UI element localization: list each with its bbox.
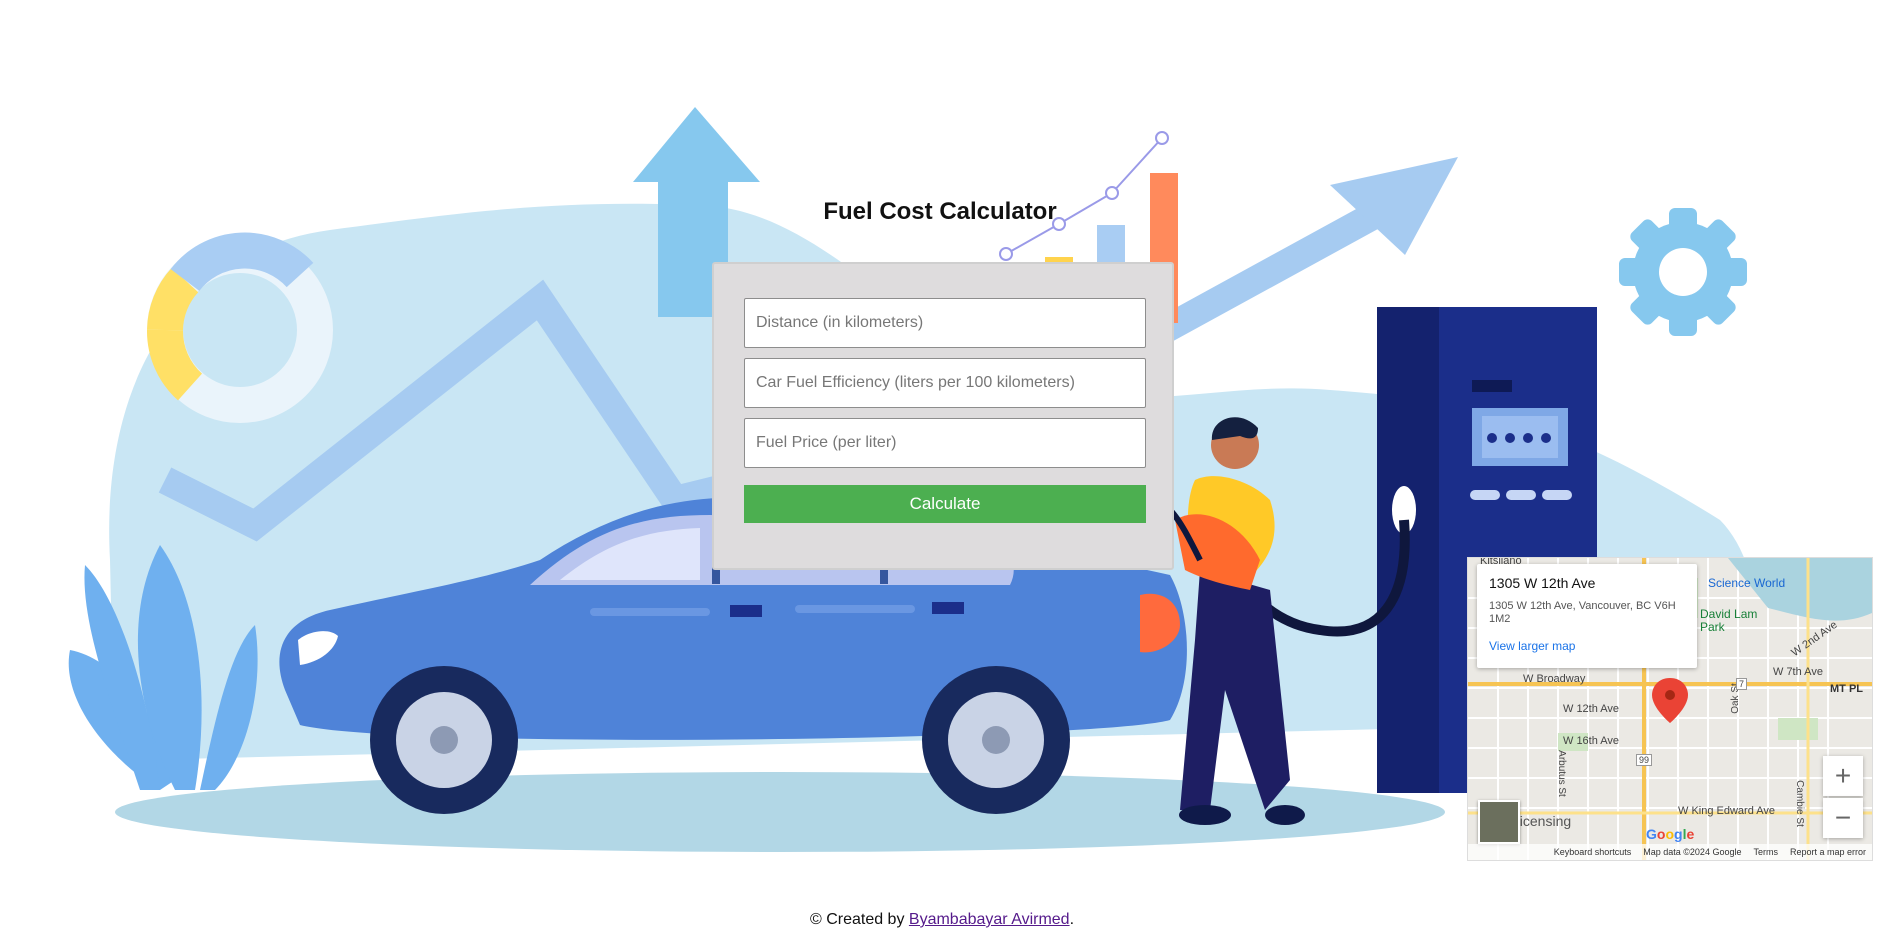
fuel-efficiency-input[interactable] <box>744 358 1146 408</box>
page-title: Fuel Cost Calculator <box>823 198 1057 225</box>
map-place-address: 1305 W 12th Ave, Vancouver, BC V6H 1M2 <box>1489 600 1676 625</box>
page-footer: © Created by Byambabayar Avirmed. <box>0 911 1884 929</box>
keyboard-shortcuts-link[interactable]: Keyboard shortcuts <box>1554 847 1632 857</box>
footer-suffix: . <box>1069 911 1075 928</box>
report-map-error-link[interactable]: Report a map error <box>1790 847 1866 857</box>
map-label-route-7: 7 <box>1736 678 1748 690</box>
map-footer: Keyboard shortcuts Map data ©2024 Google… <box>1468 844 1872 860</box>
google-logo: Google <box>1646 826 1695 842</box>
map-label-david-lam: David Lam Park <box>1700 607 1758 634</box>
map-label-science-world: Science World <box>1708 576 1786 590</box>
map-label-w-12th: W 12th Ave <box>1563 703 1620 715</box>
map-label-cambie: Cambie St <box>1793 780 1805 827</box>
map-label-w-broadway: W Broadway <box>1523 673 1586 685</box>
map-label-mt-pl: MT PL <box>1830 683 1863 695</box>
map-data-attribution: Map data ©2024 Google <box>1643 847 1742 857</box>
zoom-out-button[interactable]: − <box>1823 798 1863 838</box>
map-info-window: 1305 W 12th Ave 1305 W 12th Ave, Vancouv… <box>1477 564 1697 668</box>
calculate-button[interactable]: Calculate <box>744 485 1146 523</box>
map-label-licensing: Licensing <box>1512 813 1572 829</box>
fuel-price-input[interactable] <box>744 418 1146 468</box>
gear-icon <box>1619 208 1747 336</box>
author-link[interactable]: Byambabayar Avirmed <box>909 911 1070 928</box>
embedded-map[interactable]: Science World David Lam Park W Broadway … <box>1467 557 1873 861</box>
footer-prefix: © Created by <box>809 911 905 928</box>
map-label-w-16th: W 16th Ave <box>1563 735 1620 747</box>
terms-link[interactable]: Terms <box>1753 847 1778 857</box>
ground-shadow <box>115 772 1445 852</box>
calculator-card: Calculate <box>712 262 1174 570</box>
map-satellite-toggle[interactable] <box>1478 800 1520 844</box>
zoom-in-button[interactable]: + <box>1823 756 1863 796</box>
view-larger-map-link[interactable]: View larger map <box>1489 639 1575 653</box>
map-label-king-edward: W King Edward Ave <box>1678 805 1776 817</box>
distance-input[interactable] <box>744 298 1146 348</box>
map-place-title: 1305 W 12th Ave <box>1489 575 1596 591</box>
map-label-arbutus: Arbutus St <box>1555 750 1567 797</box>
map-label-route-99: 99 <box>1636 754 1653 766</box>
map-label-w-7th: W 7th Ave <box>1773 666 1823 678</box>
